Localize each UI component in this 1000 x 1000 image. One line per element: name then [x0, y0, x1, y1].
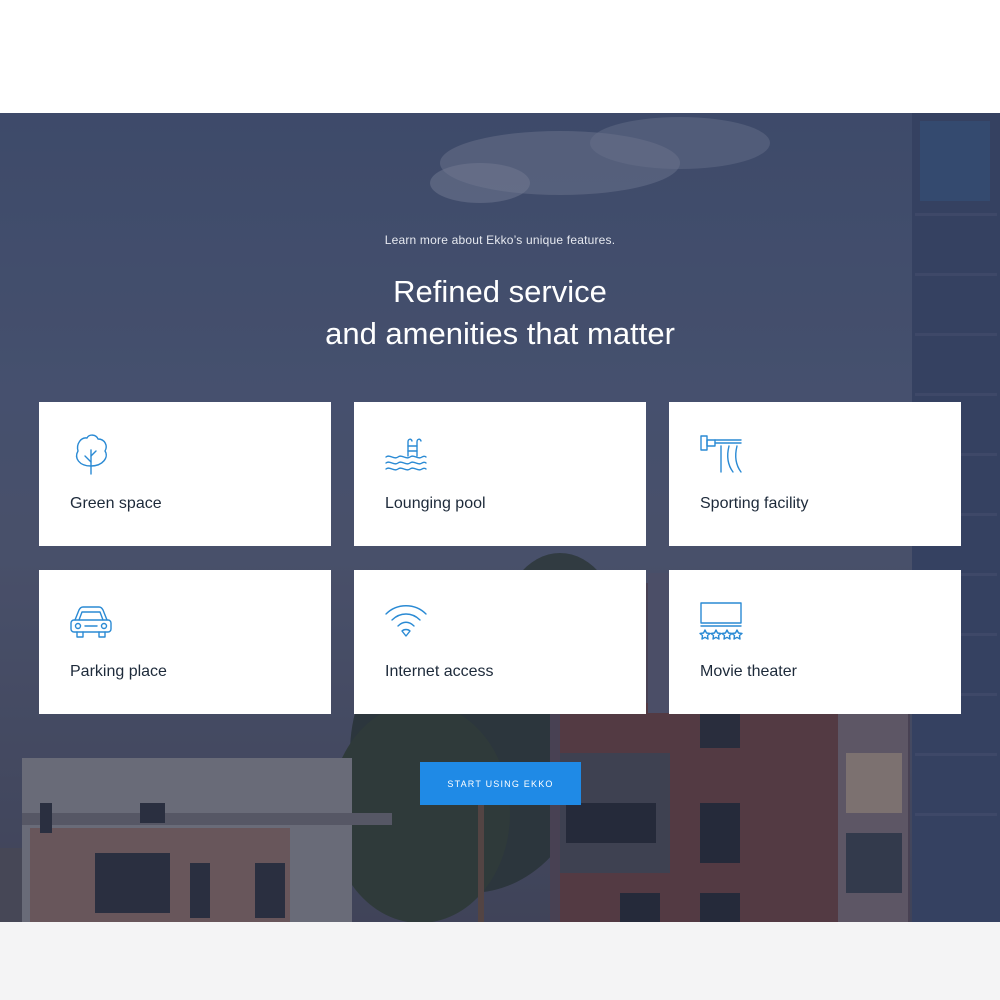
feature-label: Parking place	[70, 663, 167, 680]
feature-card-lounging-pool[interactable]: Lounging pool	[354, 402, 646, 546]
hero-eyebrow-text: Learn more about Ekko’s unique features.	[384, 233, 616, 247]
sport-facility-icon	[699, 432, 743, 476]
start-using-button[interactable]: START USING EKKO	[420, 762, 581, 805]
wifi-icon	[384, 600, 428, 644]
theater-icon	[699, 600, 743, 644]
pool-icon	[384, 432, 428, 476]
car-icon	[69, 600, 113, 644]
feature-label: Lounging pool	[385, 495, 486, 512]
feature-label: Green space	[70, 495, 162, 512]
feature-card-green-space[interactable]: Green space	[39, 402, 331, 546]
feature-card-sporting-facility[interactable]: Sporting facility	[669, 402, 961, 546]
feature-label: Sporting facility	[700, 495, 809, 512]
feature-label: Movie theater	[700, 663, 797, 680]
headline-line-1: Refined service	[393, 274, 607, 309]
hero-headline: Refined service and amenities that matte…	[0, 271, 1000, 355]
top-header-area	[0, 0, 1000, 113]
features-hero-section: Learn more about Ekko’s unique features.…	[0, 113, 1000, 922]
feature-card-parking-place[interactable]: Parking place	[39, 570, 331, 714]
feature-card-movie-theater[interactable]: Movie theater	[669, 570, 961, 714]
tree-icon	[69, 432, 113, 476]
footer-strip	[0, 922, 1000, 1000]
feature-card-internet-access[interactable]: Internet access	[354, 570, 646, 714]
feature-label: Internet access	[385, 663, 494, 680]
headline-line-2: and amenities that matter	[325, 316, 675, 351]
